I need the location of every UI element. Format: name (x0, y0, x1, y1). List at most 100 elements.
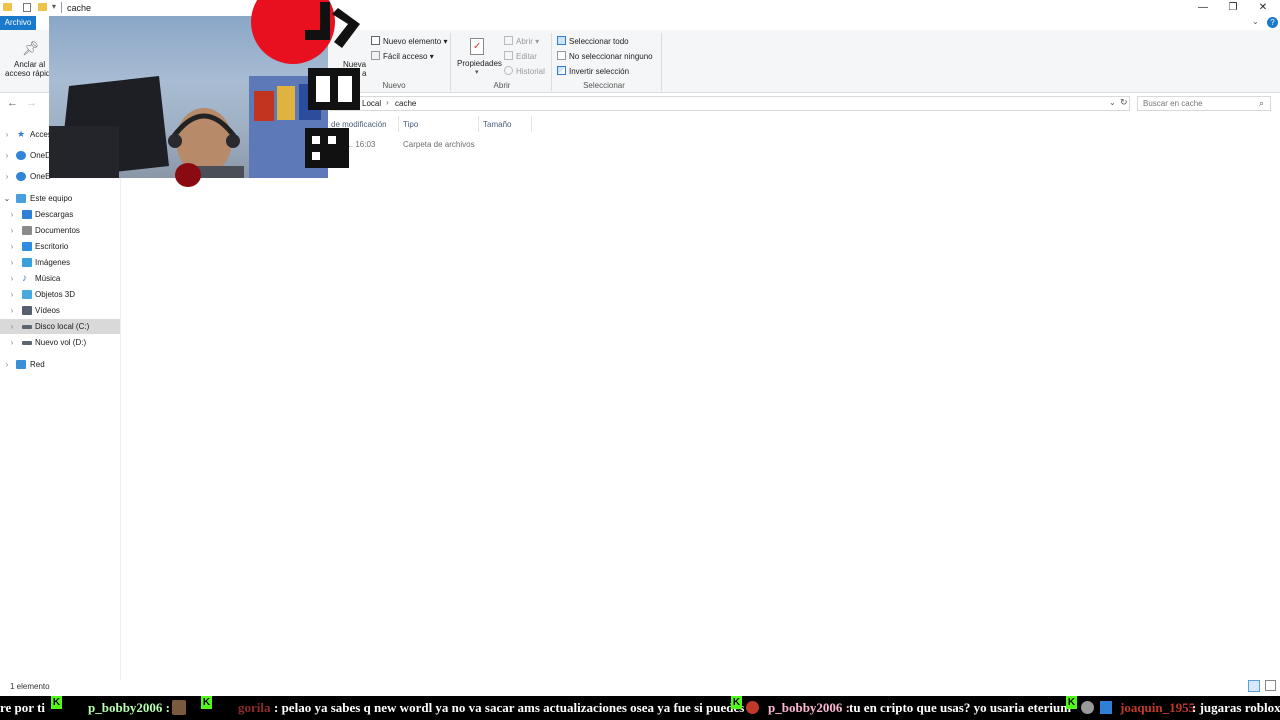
nav-item-label: Música (35, 274, 61, 283)
nav-item-videos[interactable]: › Vídeos (0, 303, 120, 318)
nav-item-disco-local-c[interactable]: › Disco local (C:) (0, 319, 120, 334)
chevron-right-icon[interactable]: › (8, 223, 16, 238)
help-icon[interactable]: ? (1267, 17, 1278, 28)
nav-network-label: Red (30, 360, 45, 369)
new-item-button[interactable]: Nuevo elemento ▾ (371, 36, 448, 46)
invert-selection-icon (557, 66, 566, 75)
cloud-icon (16, 172, 26, 181)
chevron-right-icon[interactable]: › (3, 148, 11, 163)
column-divider[interactable] (398, 116, 399, 132)
chevron-right-icon[interactable]: › (8, 335, 16, 350)
chevron-right-icon[interactable]: › (8, 303, 16, 318)
nav-network[interactable]: › Red (0, 357, 120, 372)
chevron-right-icon[interactable]: › (8, 207, 16, 222)
ribbon-separator (551, 33, 552, 91)
search-box[interactable]: Buscar en cache ⌕ (1137, 96, 1271, 111)
chevron-right-icon[interactable]: › (8, 271, 16, 286)
select-none-button[interactable]: No seleccionar ninguno (557, 51, 653, 61)
close-button[interactable]: ✕ (1248, 0, 1278, 16)
group-new-label: Nuevo (382, 81, 406, 90)
back-icon[interactable]: ← (7, 97, 18, 109)
window-title: cache (67, 3, 92, 13)
nav-this-pc[interactable]: ⌄ Este equipo (0, 191, 120, 206)
desktop-icon (22, 242, 32, 251)
chevron-right-icon[interactable]: › (8, 239, 16, 254)
group-select-label: Seleccionar (583, 81, 625, 90)
drive-icon (22, 341, 32, 345)
breadcrumb-separator-icon[interactable]: › (386, 98, 389, 107)
invert-selection-button[interactable]: Invertir selección (557, 66, 629, 76)
logo-grid-cell (312, 136, 320, 144)
collapse-ribbon-icon[interactable]: ⌄ (1252, 17, 1259, 26)
chevron-right-icon[interactable]: › (8, 319, 16, 334)
nav-onedrive-1-label: OneD (30, 151, 51, 160)
forward-icon[interactable]: → (26, 97, 37, 109)
pin-label-1[interactable]: Anclar al (14, 60, 45, 69)
tab-file[interactable]: Archivo (0, 16, 36, 30)
nav-item-nuevo-vol-d[interactable]: › Nuevo vol (D:) (0, 335, 120, 350)
avatar (1081, 701, 1094, 714)
nav-item-descargas[interactable]: › Descargas (0, 207, 120, 222)
search-icon[interactable]: ⌕ (1259, 98, 1264, 109)
chevron-down-icon[interactable]: ⌄ (3, 191, 11, 206)
select-none-icon (557, 51, 566, 60)
open-button[interactable]: Abrir ▾ (504, 36, 539, 46)
webcam-mascot-icon (175, 163, 201, 187)
chevron-right-icon[interactable]: › (8, 287, 16, 302)
ribbon-separator (450, 33, 451, 91)
column-divider[interactable] (478, 116, 479, 132)
easy-access-label: Fácil acceso (383, 52, 428, 61)
select-all-label: Seleccionar todo (569, 37, 629, 46)
group-open-label: Abrir (493, 81, 511, 90)
select-all-icon (557, 36, 566, 45)
nav-item-objetos-3d[interactable]: › Objetos 3D (0, 287, 120, 302)
ticker-message: tu en cripto que usas? yo usaria eterium (849, 700, 1072, 715)
kick-badge-icon: K (201, 696, 212, 709)
chevron-right-icon[interactable]: › (3, 169, 11, 184)
nav-item-label: Escritorio (35, 242, 69, 251)
new-folder-quick-icon[interactable] (38, 3, 47, 11)
properties-dropdown-icon[interactable]: ▾ (475, 68, 479, 76)
row-type: Carpeta de archivos (403, 140, 475, 149)
avatar (1100, 701, 1112, 714)
star-icon: ★ (17, 129, 26, 139)
avatar (172, 700, 186, 715)
nav-item-escritorio[interactable]: › Escritorio (0, 239, 120, 254)
details-view-icon[interactable] (1248, 680, 1260, 692)
history-button[interactable]: Historial (504, 66, 545, 76)
large-icons-view-icon[interactable] (1265, 680, 1276, 691)
stream-logo-overlay (251, 0, 360, 168)
nav-item-imagenes[interactable]: › Imágenes (0, 255, 120, 270)
customize-quick-access-icon[interactable]: ▾ (52, 2, 56, 11)
minimize-button[interactable]: — (1188, 0, 1218, 16)
pin-label-2[interactable]: acceso rápido (5, 69, 55, 78)
cloud-icon (16, 151, 26, 160)
ticker-message: : pelao ya sabes q new wordl ya no va sa… (274, 700, 745, 715)
nav-item-musica[interactable]: › ♪ Música (0, 271, 120, 286)
nav-item-documentos[interactable]: › Documentos (0, 223, 120, 238)
breadcrumb-current[interactable]: cache (395, 99, 416, 108)
address-history-chevron-icon[interactable]: ⌄ (1109, 98, 1116, 107)
column-header-type[interactable]: Tipo (403, 120, 418, 129)
edit-button[interactable]: Editar (504, 51, 537, 61)
nav-item-label: Documentos (35, 226, 80, 235)
chevron-right-icon[interactable]: › (3, 357, 11, 372)
properties-quick-icon[interactable] (23, 3, 31, 12)
easy-access-button[interactable]: Fácil acceso ▾ (371, 51, 434, 61)
column-divider[interactable] (531, 116, 532, 132)
properties-button[interactable]: Propiedades (457, 59, 502, 68)
refresh-icon[interactable]: ↻ (1120, 97, 1128, 108)
nav-item-label: Vídeos (35, 306, 60, 315)
column-header-size[interactable]: Tamaño (483, 120, 511, 129)
select-all-button[interactable]: Seleccionar todo (557, 36, 629, 46)
nav-item-label: Imágenes (35, 258, 71, 267)
new-item-label: Nuevo elemento (383, 37, 442, 46)
navigation-pane: › ★ Acces › OneD › OneE ⌄ Este equipo › … (0, 114, 121, 680)
chevron-right-icon[interactable]: › (3, 127, 11, 142)
chevron-right-icon[interactable]: › (8, 255, 16, 270)
kick-badge-icon: K (51, 696, 62, 709)
maximize-button[interactable]: ❐ (1218, 0, 1248, 16)
edit-label: Editar (516, 52, 537, 61)
video-icon (22, 306, 32, 315)
address-bar[interactable]: Local › cache ⌄ ↻ (330, 96, 1130, 111)
